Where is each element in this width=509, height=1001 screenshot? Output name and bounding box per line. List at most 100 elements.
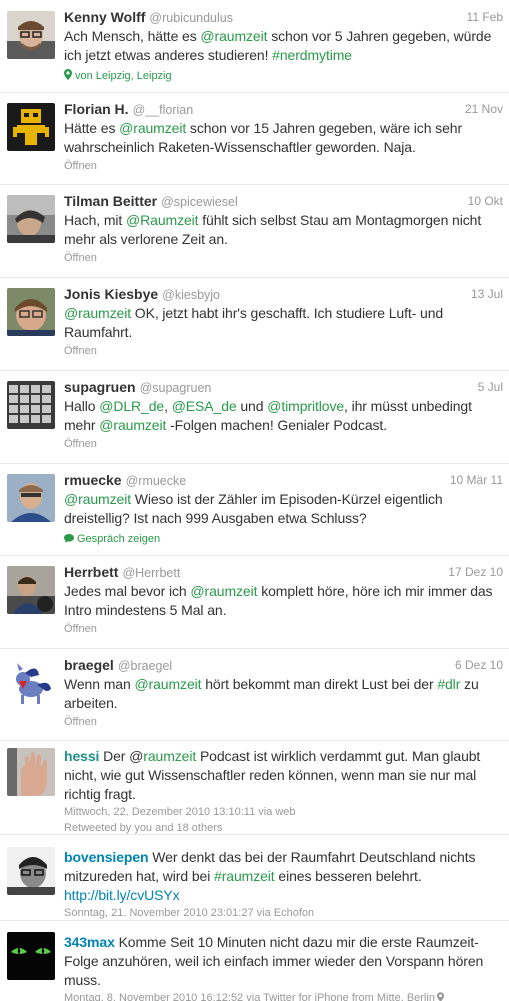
user-name[interactable]: braegel — [64, 657, 114, 673]
tweet-text: @raumzeit OK, jetzt habt ihr's geschafft… — [64, 304, 503, 342]
user-handle[interactable]: @braegel — [118, 659, 172, 673]
user-name[interactable]: bovensiepen — [64, 849, 149, 865]
user-name[interactable]: Tilman Beitter — [64, 193, 157, 209]
tweet-text: @raumzeit Wieso ist der Zähler im Episod… — [64, 490, 503, 528]
mention-link[interactable]: @raumzeit — [134, 676, 201, 692]
tweet-item[interactable]: Florian H. @__florian 21 Nov Hätte es @ra… — [0, 93, 509, 185]
open-link[interactable]: Öffnen — [64, 157, 503, 175]
old-tweet-item[interactable]: bovensiepen Wer denkt das bei der Raumfa… — [0, 835, 509, 921]
tweet-time[interactable]: 10 Okt — [468, 192, 503, 211]
tweet-item[interactable]: braegel @braegel 6 Dez 10 Wenn man @raumz… — [0, 649, 509, 741]
avatar[interactable] — [7, 474, 55, 522]
user-name[interactable]: 343max — [64, 934, 115, 950]
user-handle[interactable]: @supagruen — [140, 381, 212, 395]
mention-link[interactable]: @raumzeit — [119, 120, 186, 136]
avatar[interactable] — [7, 288, 55, 336]
user-handle[interactable]: @spicewiesel — [161, 195, 238, 209]
mention-link[interactable]: @Raumzeit — [126, 212, 199, 228]
tweet-item[interactable]: Herrbett @Herrbett 17 Dez 10 Jedes mal be… — [0, 556, 509, 649]
location-label: von Leipzig, Leipzig — [75, 70, 172, 82]
tweet-text: Wenn man @raumzeit hört bekommt man dire… — [64, 675, 503, 713]
tweet-date[interactable]: Montag, 8. November 2010 16:12:52 — [64, 992, 243, 1001]
tweet-text: Jedes mal bevor ich @raumzeit komplett h… — [64, 582, 503, 620]
tweet-location[interactable]: von Leipzig, Leipzig — [64, 67, 503, 85]
tweet-date-line: Montag, 8. November 2010 16:12:52 via Tw… — [64, 990, 503, 1001]
mention-link[interactable]: @raumzeit — [64, 305, 131, 321]
old-tweet-item[interactable]: 343max Komme Seit 10 Minuten nicht dazu … — [0, 921, 509, 1001]
tweet-item[interactable]: supagruen @supagruen 5 Jul Hallo @DLR_de,… — [0, 371, 509, 464]
text-segment: Wenn man — [64, 676, 135, 692]
tweet-source[interactable]: via web — [255, 806, 295, 818]
hashtag-link[interactable]: #raumzeit — [214, 868, 275, 884]
text-segment: Hallo — [64, 398, 100, 414]
tweet-body: Der @raumzeit Podcast ist wirklich verda… — [64, 748, 480, 802]
tweet-date[interactable]: Sonntag, 21. November 2010 23:01:27 — [64, 907, 254, 919]
avatar[interactable] — [7, 103, 55, 151]
user-handle[interactable]: @Herrbett — [122, 566, 180, 580]
map-pin-icon — [64, 69, 72, 80]
user-handle[interactable]: @__florian — [133, 103, 194, 117]
text-segment: , — [164, 398, 172, 414]
user-name[interactable]: supagruen — [64, 379, 136, 395]
tweet-time[interactable]: 11 Feb — [467, 8, 503, 27]
user-name[interactable]: Florian H. — [64, 101, 129, 117]
mention-link[interactable]: @raumzeit — [99, 417, 166, 433]
old-tweet-item[interactable]: hessi Der @raumzeit Podcast ist wirklich… — [0, 741, 509, 835]
user-name[interactable]: hessi — [64, 748, 99, 764]
mention-link[interactable]: @raumzeit — [190, 583, 257, 599]
avatar[interactable] — [7, 566, 55, 614]
url-link[interactable]: http://bit.ly/cvUSYx — [64, 887, 180, 903]
avatar[interactable] — [7, 195, 55, 243]
open-link[interactable]: Öffnen — [64, 435, 503, 453]
open-link[interactable]: Öffnen — [64, 620, 503, 638]
tweet-item[interactable]: Kenny Wolff @rubicundulus 11 Feb Ach Mens… — [0, 0, 509, 93]
tweet-time[interactable]: 17 Dez 10 — [448, 563, 503, 582]
tweet-item[interactable]: Tilman Beitter @spicewiesel 10 Okt Hach, … — [0, 185, 509, 278]
mention-link[interactable]: @raumzeit — [64, 491, 131, 507]
avatar[interactable] — [7, 932, 55, 980]
tweet-text: Hallo @DLR_de, @ESA_de und @timpritlove,… — [64, 397, 503, 435]
open-link[interactable]: Öffnen — [64, 713, 503, 731]
tweet-time[interactable]: 5 Jul — [478, 378, 503, 397]
tweet-source[interactable]: via Twitter for iPhone from Mitte, Berli… — [243, 992, 435, 1001]
text-segment: Hätte es — [64, 120, 120, 136]
retweet-info[interactable]: Retweeted by you and 18 others — [64, 820, 503, 836]
user-name[interactable]: rmuecke — [64, 472, 122, 488]
avatar[interactable] — [7, 748, 55, 796]
tweet-item[interactable]: Jonis Kiesbye @kiesbyjo 13 Jul @raumzeit … — [0, 278, 509, 371]
conversation-label: Gespräch zeigen — [77, 533, 161, 545]
tweet-source[interactable]: via Echofon — [254, 907, 315, 919]
mention-link[interactable]: @timpritlove — [267, 398, 344, 414]
avatar[interactable] — [7, 847, 55, 895]
user-handle[interactable]: @rubicundulus — [149, 11, 233, 25]
avatar[interactable] — [7, 11, 55, 59]
text-segment: und — [236, 398, 268, 414]
tweet-time[interactable]: 13 Jul — [471, 285, 503, 304]
avatar[interactable] — [7, 381, 55, 429]
hashtag-link[interactable]: #dlr — [437, 676, 460, 692]
mention-link[interactable]: @DLR_de — [99, 398, 164, 414]
mention-link[interactable]: raumzeit — [143, 748, 196, 764]
tweet-feed: Kenny Wolff @rubicundulus 11 Feb Ach Mens… — [0, 0, 509, 1001]
mention-link[interactable]: @ESA_de — [172, 398, 237, 414]
avatar[interactable] — [7, 659, 55, 707]
show-conversation-link[interactable]: Gespräch zeigen — [64, 530, 503, 548]
tweet-item[interactable]: rmuecke @rmuecke 10 Mär 11 @raumzeit Wies… — [0, 464, 509, 556]
open-link[interactable]: Öffnen — [64, 249, 503, 267]
user-name[interactable]: Jonis Kiesbye — [64, 286, 158, 302]
tweet-date[interactable]: Mittwoch, 22. Dezember 2010 13:10:11 — [64, 806, 255, 818]
user-name[interactable]: Herrbett — [64, 564, 118, 580]
text-segment: Hach, mit — [64, 212, 127, 228]
conversation-icon — [64, 534, 74, 543]
user-name[interactable]: Kenny Wolff — [64, 9, 145, 25]
tweet-time[interactable]: 10 Mär 11 — [450, 471, 503, 490]
user-handle[interactable]: @rmuecke — [126, 474, 187, 488]
user-handle[interactable]: @kiesbyjo — [162, 288, 220, 302]
tweet-text: Hätte es @raumzeit schon vor 15 Jahren g… — [64, 119, 503, 157]
mention-link[interactable]: @raumzeit — [200, 28, 267, 44]
hashtag-link[interactable]: #nerdmytime — [272, 47, 352, 63]
text-segment: Der @ — [99, 748, 144, 764]
tweet-time[interactable]: 21 Nov — [465, 100, 503, 119]
open-link[interactable]: Öffnen — [64, 342, 503, 360]
tweet-time[interactable]: 6 Dez 10 — [455, 656, 503, 675]
